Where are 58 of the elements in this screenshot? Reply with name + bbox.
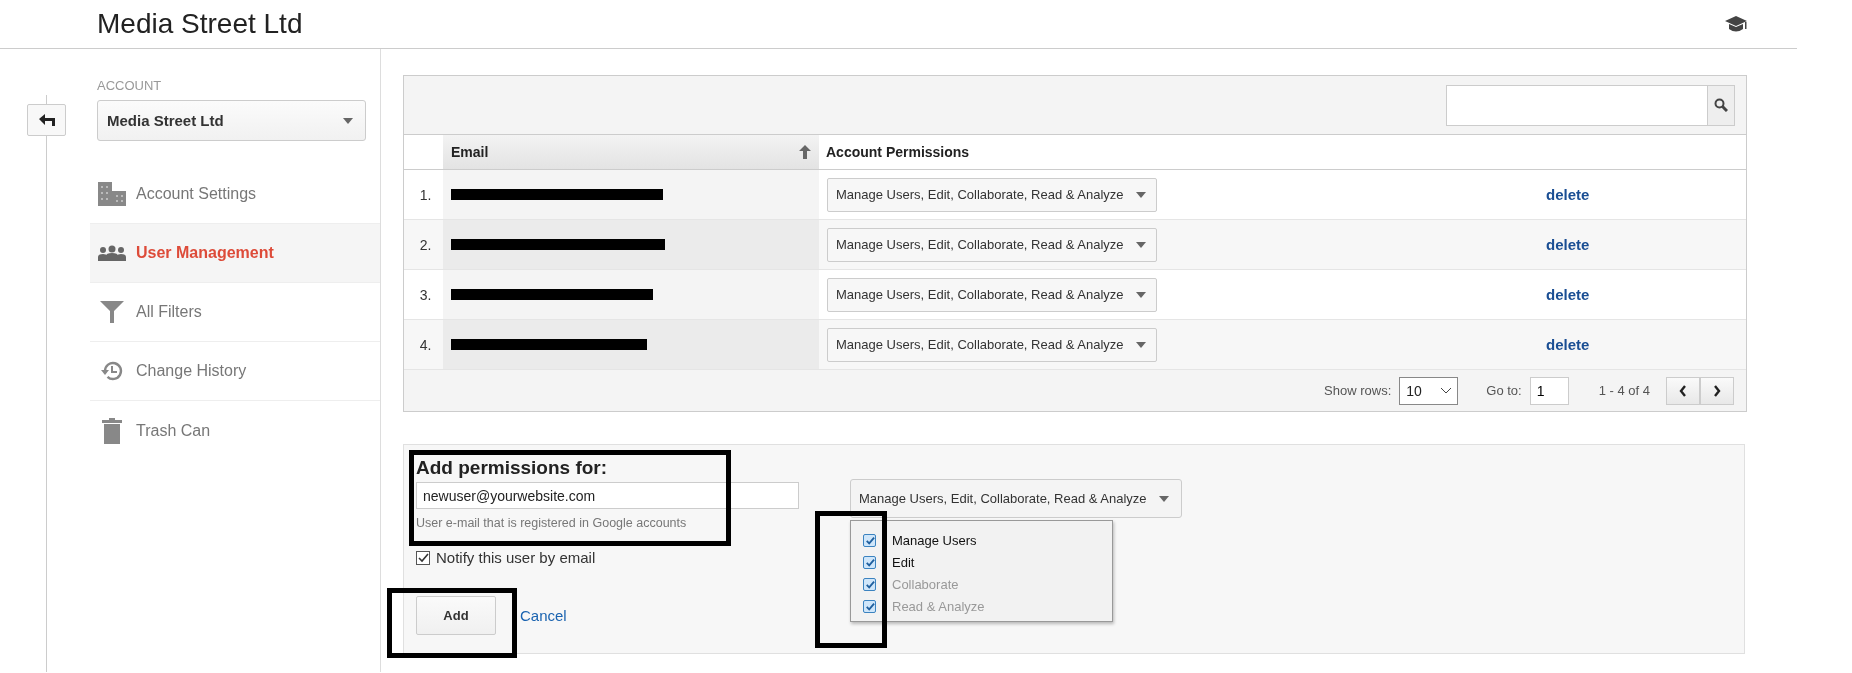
building-icon: [98, 182, 126, 206]
column-header[interactable]: Account Permissions: [819, 135, 1546, 170]
row-number: 4.: [404, 320, 443, 370]
delete-link[interactable]: delete: [1546, 236, 1590, 253]
row-number: 2.: [404, 220, 443, 270]
back-button[interactable]: [27, 104, 66, 136]
permission-checkbox[interactable]: [863, 555, 876, 569]
sidebar-item[interactable]: Change History: [90, 342, 380, 401]
cancel-link[interactable]: Cancel: [520, 607, 567, 624]
search-icon: [1714, 98, 1728, 112]
sidebar-item[interactable]: User Management: [90, 224, 380, 283]
delete-link[interactable]: delete: [1546, 336, 1590, 353]
caret-icon: [1135, 191, 1146, 198]
chevron-left-icon: [1679, 384, 1687, 397]
graduation-cap-icon[interactable]: [1725, 16, 1747, 32]
permission-option: Edit: [892, 554, 915, 570]
next-page-button[interactable]: [1700, 376, 1734, 405]
sort-arrow-icon: [799, 145, 811, 159]
go-to-field[interactable]: 1: [1529, 376, 1569, 405]
delete-link[interactable]: delete: [1546, 286, 1590, 303]
checkbox-label: Notify this user by email: [436, 549, 596, 566]
column-header[interactable]: Email: [443, 135, 819, 170]
section-title: Add permissions for:: [416, 457, 608, 479]
people-icon: [98, 245, 126, 261]
permission-option: Read & Analyze: [892, 598, 985, 614]
rows-dropdown[interactable]: 10: [1399, 376, 1459, 405]
caret-icon: [1135, 241, 1146, 248]
permissions-dropdown[interactable]: Manage Users, Edit, Collaborate, Read & Analyze: [827, 177, 1157, 212]
permissions-dropdown[interactable]: Manage Users, Edit, Collaborate, Read & Analyze: [827, 227, 1157, 262]
permission-option: Collaborate: [892, 576, 959, 592]
show-rows-label: Show rows:: [1324, 383, 1392, 398]
permissions-dropdown[interactable]: Manage Users, Edit, Collaborate, Read & Analyze: [827, 327, 1157, 362]
account-dropdown[interactable]: Media Street Ltd: [97, 100, 366, 141]
caret-icon: [1158, 495, 1169, 502]
email-field[interactable]: newuser@yourwebsite.com: [416, 482, 799, 509]
go-to-label: Go to:: [1486, 383, 1522, 398]
back-arrow-icon: [38, 114, 55, 126]
notify-checkbox[interactable]: [416, 550, 430, 565]
chevron-down-icon: [1441, 387, 1452, 394]
caret-icon: [343, 117, 353, 124]
chevron-right-icon: [1713, 384, 1721, 397]
search-field[interactable]: [1446, 84, 1735, 126]
permissions-dropdown[interactable]: Manage Users, Edit, Collaborate, Read & Analyze: [827, 277, 1157, 312]
section-label: ACCOUNT: [97, 78, 162, 93]
add-button[interactable]: Add: [416, 596, 496, 635]
filter-icon: [98, 301, 126, 323]
page-range: 1 - 4 of 4: [1598, 383, 1650, 398]
sidebar-item[interactable]: Trash Can: [90, 401, 380, 460]
permission-option: Manage Users: [892, 532, 977, 548]
caret-icon: [1135, 291, 1146, 298]
sidebar-item[interactable]: All Filters: [90, 283, 380, 342]
caret-icon: [1135, 341, 1146, 348]
permission-checkbox[interactable]: [863, 533, 876, 547]
delete-link[interactable]: delete: [1546, 186, 1590, 203]
page-title: Media Street Ltd: [97, 8, 303, 40]
field-hint: User e-mail that is registered in Google accounts: [416, 516, 687, 530]
permissions-dropdown[interactable]: Manage Users, Edit, Collaborate, Read & Analyze: [850, 479, 1182, 518]
previous-page-button[interactable]: [1666, 376, 1700, 405]
